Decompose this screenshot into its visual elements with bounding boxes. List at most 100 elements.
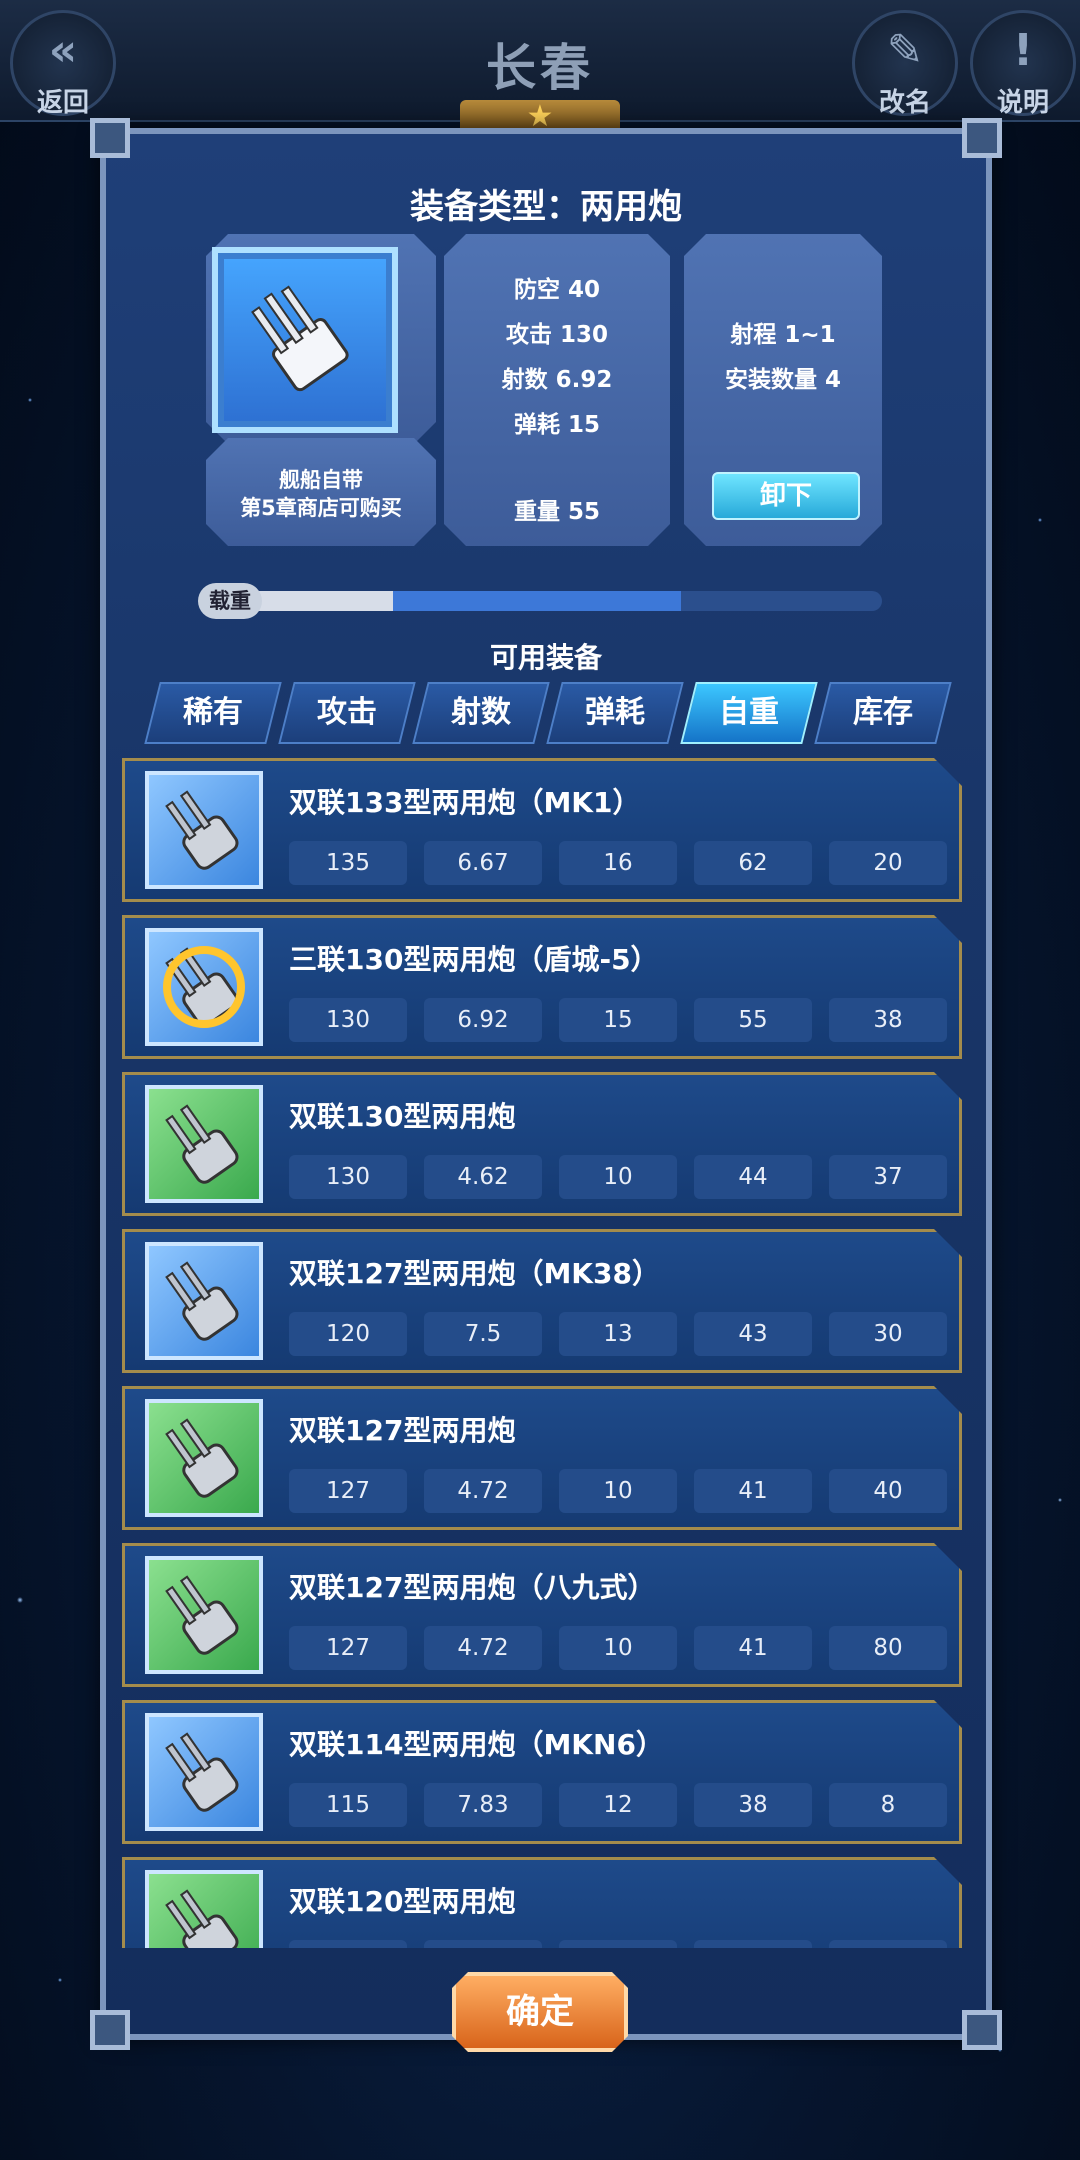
equipment-stat-cell: 127 xyxy=(289,1626,407,1670)
equipment-name: 双联120型两用炮 xyxy=(289,1885,516,1918)
equipment-name: 双联130型两用炮 xyxy=(289,1100,516,1133)
panel-corner xyxy=(90,2010,130,2050)
equipment-row[interactable]: 双联114型两用炮（MKN6） 115 7.83 12 38 8 xyxy=(122,1700,962,1844)
equipment-type-title: 装备类型：两用炮 xyxy=(410,187,682,227)
equipment-stat-cell: 16 xyxy=(559,841,677,885)
equipment-name: 双联127型两用炮（MK38） xyxy=(289,1257,660,1290)
stats-card: 防空 40 攻击 130 射数 6.92 弹耗 15 重量 55 xyxy=(444,234,670,546)
equipment-stat-cell: 10 xyxy=(559,1469,677,1513)
panel-corner xyxy=(962,2010,1002,2050)
stat-ammo: 弹耗 15 xyxy=(513,412,600,438)
gun-turret-icon xyxy=(145,1242,263,1360)
help-button[interactable]: ! 说明 xyxy=(970,10,1076,118)
equipment-stat-cell: 38 xyxy=(829,998,947,1042)
gun-turret-icon xyxy=(145,1085,263,1203)
equipment-stat-cell xyxy=(559,1940,677,1948)
sort-tabs: 稀有 攻击 射数 弹耗 自重 库存 xyxy=(144,682,952,744)
help-label: 说明 xyxy=(996,88,1049,118)
equipment-stat-cell: 13 xyxy=(559,1312,677,1356)
stat-anti-air: 防空 40 xyxy=(513,277,600,303)
gun-turret-icon xyxy=(145,1870,263,1948)
panel-corner xyxy=(962,118,1002,158)
equipment-stat-cell: 4.72 xyxy=(424,1469,542,1513)
load-bar-available xyxy=(393,591,681,611)
equipment-row[interactable]: 双联133型两用炮（MK1） 135 6.67 16 62 20 xyxy=(122,758,962,902)
equipment-stat-cell: 8 xyxy=(829,1783,947,1827)
equipment-stat-cell: 6.67 xyxy=(424,841,542,885)
equipment-stat-cell: 6.92 xyxy=(424,998,542,1042)
equipment-stat-cell: 41 xyxy=(694,1469,812,1513)
equipment-stat-cell: 4.72 xyxy=(424,1626,542,1670)
equipment-stat-cell: 115 xyxy=(289,1783,407,1827)
rare-ring-icon xyxy=(163,946,245,1028)
load-label: 载重 xyxy=(198,583,262,619)
gun-turret-icon xyxy=(145,928,263,1046)
equipment-row[interactable]: 双联127型两用炮（MK38） 120 7.5 13 43 30 xyxy=(122,1229,962,1373)
equipment-row[interactable]: 双联130型两用炮 130 4.62 10 44 37 xyxy=(122,1072,962,1216)
tab-stock[interactable]: 库存 xyxy=(814,682,952,744)
source-line-1: 舰船自带 xyxy=(279,468,363,492)
source-card: 舰船自带 第5章商店可购买 xyxy=(206,438,436,546)
equipment-stat-cell: 10 xyxy=(559,1155,677,1199)
equipment-stat-cell xyxy=(289,1940,407,1948)
equipment-stat-cell: 7.83 xyxy=(424,1783,542,1827)
equipment-name: 双联127型两用炮 xyxy=(289,1414,516,1447)
stat-rate: 射数 6.92 xyxy=(501,367,613,393)
tab-ammo[interactable]: 弹耗 xyxy=(546,682,684,744)
tab-attack[interactable]: 攻击 xyxy=(278,682,416,744)
equipment-stat-cell: 130 xyxy=(289,998,407,1042)
equipment-list[interactable]: 双联133型两用炮（MK1） 135 6.67 16 62 20 三联130型两用炮（盾城-… xyxy=(122,758,962,1948)
stat-attack: 攻击 130 xyxy=(505,322,609,348)
equipment-stat-cell: 10 xyxy=(559,1626,677,1670)
panel-corner xyxy=(90,118,130,158)
equipment-name: 双联127型两用炮（八九式） xyxy=(289,1571,656,1604)
tab-rate[interactable]: 射数 xyxy=(412,682,550,744)
unload-button[interactable]: 卸下 xyxy=(712,472,860,520)
equipment-row[interactable]: 双联120型两用炮 xyxy=(122,1857,962,1948)
equipment-row[interactable]: 双联127型两用炮（八九式） 127 4.72 10 41 80 xyxy=(122,1543,962,1687)
available-equipment-title: 可用装备 xyxy=(489,641,602,674)
confirm-button[interactable]: 确定 xyxy=(452,1972,628,2052)
equipment-name: 三联130型两用炮（盾城-5） xyxy=(289,943,659,976)
equipment-stat-cell: 7.5 xyxy=(424,1312,542,1356)
equipment-stat-cell: 127 xyxy=(289,1469,407,1513)
equipment-row[interactable]: 三联130型两用炮（盾城-5） 130 6.92 15 55 38 xyxy=(122,915,962,1059)
equipment-stat-cell: 80 xyxy=(829,1626,947,1670)
exclamation-icon: ! xyxy=(1012,25,1034,76)
stat-weight: 重量 55 xyxy=(513,499,600,525)
equipment-name: 双联133型两用炮（MK1） xyxy=(289,786,641,819)
current-item-icon-box[interactable] xyxy=(212,247,398,433)
equipment-stat-cell: 120 xyxy=(289,1312,407,1356)
equipment-name: 双联114型两用炮（MKN6） xyxy=(289,1728,664,1761)
equipment-stat-cell: 4.62 xyxy=(424,1155,542,1199)
gun-turret-icon xyxy=(145,1713,263,1831)
equipment-stat-cell: 43 xyxy=(694,1312,812,1356)
equipment-stat-cell: 135 xyxy=(289,841,407,885)
tab-rarity[interactable]: 稀有 xyxy=(144,682,282,744)
gun-turret-icon xyxy=(145,1399,263,1517)
stat-install-count: 安装数量 4 xyxy=(724,367,841,393)
equipment-stat-cell xyxy=(829,1940,947,1948)
equipment-stat-cell: 130 xyxy=(289,1155,407,1199)
equipment-stat-cell xyxy=(424,1940,542,1948)
equipment-stat-cell: 38 xyxy=(694,1783,812,1827)
rename-label: 改名 xyxy=(878,88,931,118)
source-line-2: 第5章商店可购买 xyxy=(240,496,402,520)
equipment-stat-cell: 37 xyxy=(829,1155,947,1199)
stat-range: 射程 1~1 xyxy=(730,322,836,348)
equipment-stat-cell: 15 xyxy=(559,998,677,1042)
equipment-stat-cell: 20 xyxy=(829,841,947,885)
equipment-panel: 装备类型：两用炮 舰船自带 第5章商店可购买 防空 40 攻击 130 射数 6… xyxy=(90,118,1002,2040)
equipment-stat-cell: 44 xyxy=(694,1155,812,1199)
equipment-stat-cell: 41 xyxy=(694,1626,812,1670)
tab-weight[interactable]: 自重 xyxy=(680,682,818,744)
gun-turret-icon xyxy=(145,771,263,889)
edit-note-icon: ✎ xyxy=(886,25,924,76)
rename-button[interactable]: ✎ 改名 xyxy=(852,10,958,118)
equipment-stat-cell: 62 xyxy=(694,841,812,885)
gun-turret-icon xyxy=(145,1556,263,1674)
equipment-stat-cell: 30 xyxy=(829,1312,947,1356)
equipment-row[interactable]: 双联127型两用炮 127 4.72 10 41 40 xyxy=(122,1386,962,1530)
triple-gun-turret-icon xyxy=(251,285,349,392)
equipment-stat-cell: 40 xyxy=(829,1469,947,1513)
